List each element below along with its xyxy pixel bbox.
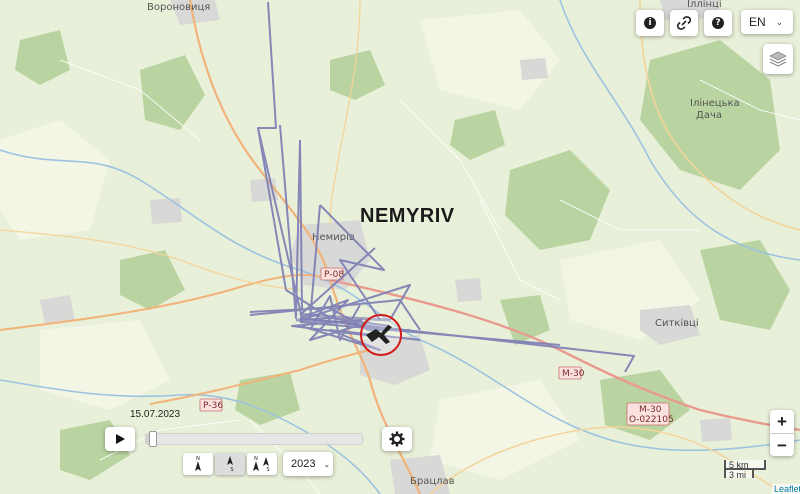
help-button[interactable]: ?: [704, 10, 732, 36]
svg-text:S: S: [230, 467, 233, 473]
road-badge-m30-o022105: М-30 О-022105: [626, 402, 674, 426]
play-icon: [116, 434, 125, 444]
zoom-control: + −: [770, 410, 794, 456]
link-icon: [677, 16, 691, 30]
layers-icon: [769, 51, 787, 67]
track-arrow-icon: S: [227, 456, 234, 473]
layers-button[interactable]: [763, 44, 793, 74]
place-voronovytsia: Вороновиця: [147, 2, 210, 13]
help-icon: ?: [712, 17, 724, 29]
info-icon: i: [644, 17, 656, 29]
orientation-north-button[interactable]: N: [183, 453, 213, 475]
zoom-out-button[interactable]: −: [770, 433, 794, 457]
playback-date: 15.07.2023: [130, 409, 181, 420]
map-canvas[interactable]: Вороновиця Немирів Іллінці Ілінецька Дач…: [0, 0, 800, 494]
svg-text:О-022105: О-022105: [629, 415, 674, 425]
city-label: NEMYRIV: [360, 205, 455, 227]
svg-text:N: N: [254, 456, 258, 462]
svg-text:М-30: М-30: [639, 405, 662, 415]
zoom-in-button[interactable]: +: [770, 410, 794, 433]
svg-text:S: S: [266, 467, 269, 473]
language-select[interactable]: EN ⌄: [741, 10, 793, 34]
share-link-button[interactable]: [670, 10, 698, 36]
year-select[interactable]: 2023 ⌄: [283, 452, 333, 476]
orientation-both-button[interactable]: N S: [247, 453, 277, 475]
info-button[interactable]: i: [636, 10, 664, 36]
aircraft-marker[interactable]: [360, 314, 402, 356]
scale-km: 5 km: [724, 460, 766, 470]
svg-text:Р-36: Р-36: [203, 401, 223, 411]
north-arrow-icon: N: [195, 456, 201, 471]
year-value: 2023: [291, 458, 316, 470]
chevron-down-icon: ⌄: [775, 16, 784, 27]
road-badge-r36: Р-36: [199, 398, 223, 412]
place-bratslav: Брацлав: [410, 476, 455, 487]
place-sytkivtsi: Ситківці: [655, 317, 699, 329]
settings-button[interactable]: [382, 427, 412, 451]
scale-bar: 5 km 3 mi: [724, 460, 766, 480]
timeline-slider[interactable]: [145, 431, 363, 447]
attribution-link[interactable]: Leaflet: [772, 484, 800, 494]
dual-arrow-icon: N S: [253, 456, 270, 473]
play-button[interactable]: [105, 427, 135, 451]
scale-mi: 3 mi: [724, 468, 754, 480]
svg-text:N: N: [196, 456, 200, 462]
svg-text:М-30: М-30: [562, 369, 585, 379]
language-value: EN: [749, 15, 766, 29]
timeline-handle[interactable]: [149, 431, 158, 447]
gear-icon: [389, 431, 405, 447]
orientation-track-button[interactable]: S: [215, 453, 245, 475]
place-illintsi: Іллінці: [687, 0, 722, 10]
chevron-down-icon: ⌄: [323, 459, 331, 469]
road-badge-m30: М-30: [558, 366, 585, 380]
